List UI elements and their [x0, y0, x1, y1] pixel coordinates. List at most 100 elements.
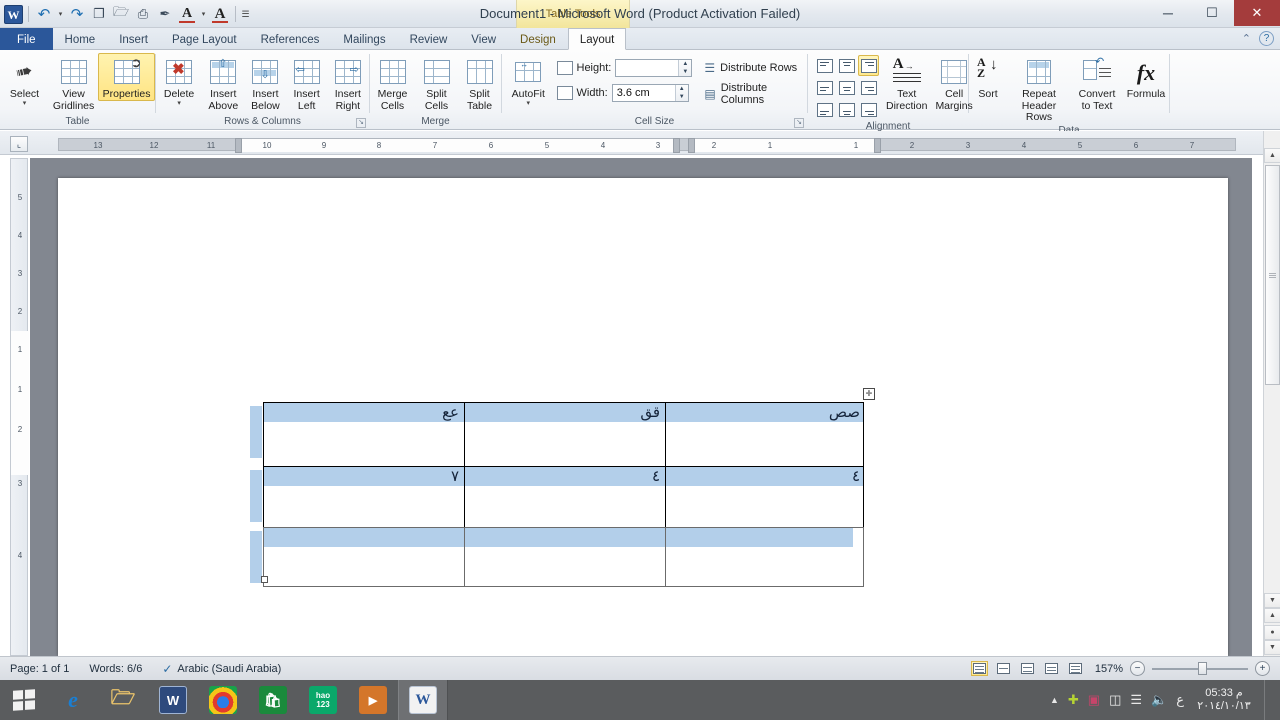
- outline-view-button[interactable]: [1043, 661, 1060, 676]
- tab-file[interactable]: File: [0, 28, 53, 50]
- browse-up-button[interactable]: ▲: [1264, 608, 1280, 623]
- network-icon[interactable]: ☰: [1130, 692, 1142, 708]
- convert-to-text-button[interactable]: ↶ Convert to Text: [1072, 53, 1122, 113]
- width-input[interactable]: [612, 85, 675, 101]
- scroll-up-button[interactable]: ▲: [1264, 148, 1280, 163]
- print-layout-view-button[interactable]: [971, 661, 988, 676]
- table-cell[interactable]: قق: [465, 403, 664, 466]
- table-row[interactable]: صص قق عع: [263, 402, 864, 467]
- word-logo-icon[interactable]: W: [4, 4, 23, 24]
- table-cell[interactable]: عع: [264, 403, 463, 466]
- antivirus-icon[interactable]: ▣: [1088, 692, 1100, 708]
- align-top-right-button[interactable]: [858, 55, 879, 76]
- formula-button[interactable]: fx Formula: [1124, 53, 1168, 101]
- shield-icon[interactable]: ✚: [1068, 692, 1079, 708]
- document-page[interactable]: ✛ صص قق عع ٤ ٤ ٧: [58, 178, 1228, 656]
- tab-insert[interactable]: Insert: [107, 28, 160, 50]
- sort-button[interactable]: A Z ↓ Sort: [970, 53, 1006, 101]
- tab-mailings[interactable]: Mailings: [331, 28, 397, 50]
- zoom-slider-knob[interactable]: [1198, 662, 1207, 675]
- insert-above-button[interactable]: ⇧ Insert Above: [203, 53, 243, 113]
- help-icon[interactable]: ?: [1259, 31, 1274, 46]
- table-move-handle[interactable]: ✛: [863, 388, 875, 400]
- taskbar-app-wow-launcher[interactable]: W: [148, 680, 198, 720]
- table-resize-handle[interactable]: [261, 576, 268, 583]
- row-selection-marker[interactable]: [250, 470, 262, 522]
- draft-view-button[interactable]: [1067, 661, 1084, 676]
- volume-icon[interactable]: 🔈: [1151, 692, 1167, 708]
- tab-references[interactable]: References: [249, 28, 332, 50]
- print-icon[interactable]: ⎙: [133, 4, 153, 24]
- battery-icon[interactable]: ◫: [1109, 692, 1121, 708]
- table-cell[interactable]: ٤: [465, 467, 664, 527]
- vertical-ruler[interactable]: 5 4 3 2 1 1 2 3 4: [10, 158, 29, 656]
- tab-design[interactable]: Design: [508, 28, 568, 50]
- vertical-scrollbar[interactable]: ▲ ▼ ▲ ● ▼: [1263, 131, 1280, 656]
- text-direction-button[interactable]: A → Text Direction: [885, 53, 928, 113]
- height-input[interactable]: [616, 60, 679, 76]
- zoom-level-label[interactable]: 157%: [1091, 663, 1123, 675]
- language-indicator-tray[interactable]: ع: [1176, 693, 1184, 708]
- font-color-icon[interactable]: A: [177, 4, 197, 24]
- ruler-indent-marker-3[interactable]: [688, 138, 695, 153]
- width-stepper[interactable]: ▲▼: [611, 84, 689, 102]
- width-spin-buttons[interactable]: ▲ ▼: [674, 85, 688, 101]
- web-layout-view-button[interactable]: [1019, 661, 1036, 676]
- delete-dropdown-icon[interactable]: ▾: [177, 100, 181, 107]
- select-button[interactable]: ➠ Select ▾: [0, 53, 49, 108]
- select-dropdown-icon[interactable]: ▾: [23, 100, 27, 107]
- tab-page-layout[interactable]: Page Layout: [160, 28, 249, 50]
- ruler-indent-marker-2[interactable]: [673, 138, 680, 153]
- tab-review[interactable]: Review: [398, 28, 460, 50]
- align-top-center-button[interactable]: [836, 55, 857, 76]
- taskbar-app-file-explorer[interactable]: 🗁: [98, 680, 148, 720]
- previous-page-button[interactable]: ▼: [1264, 593, 1280, 608]
- align-bottom-center-button[interactable]: [836, 99, 857, 120]
- cell-margins-button[interactable]: Cell Margins: [934, 53, 973, 113]
- insert-left-button[interactable]: ⇦ Insert Left: [288, 53, 326, 113]
- select-browse-object-icon[interactable]: ●: [1264, 625, 1280, 640]
- row-selection-marker[interactable]: [250, 406, 262, 458]
- rows-columns-dialog-launcher[interactable]: ↘: [356, 118, 366, 128]
- height-spin-buttons[interactable]: ▲ ▼: [678, 60, 692, 76]
- open-icon[interactable]: 🗁: [111, 4, 131, 24]
- show-desktop-button[interactable]: [1264, 680, 1272, 720]
- horizontal-ruler-track[interactable]: 13 12 11 10 9 8 7 6 5 4 3 2 1 1 2 3 4 5 …: [58, 138, 1236, 153]
- start-button[interactable]: [0, 680, 48, 720]
- collapse-ribbon-icon[interactable]: ⌃: [1242, 32, 1251, 45]
- format-painter-icon[interactable]: ✒: [155, 4, 175, 24]
- table-cell[interactable]: [666, 528, 864, 586]
- tab-view[interactable]: View: [459, 28, 508, 50]
- tab-stop-selector-button[interactable]: ⌞: [10, 136, 28, 152]
- undo-icon[interactable]: ↶: [34, 4, 54, 24]
- view-gridlines-button[interactable]: View Gridlines: [49, 53, 98, 113]
- align-center-button[interactable]: [836, 77, 857, 98]
- word-table[interactable]: ✛ صص قق عع ٤ ٤ ٧: [250, 388, 875, 587]
- undo-dropdown-icon[interactable]: ▾: [56, 4, 65, 24]
- tab-layout[interactable]: Layout: [567, 28, 627, 50]
- zoom-in-button[interactable]: +: [1255, 661, 1270, 676]
- table-row[interactable]: [263, 527, 864, 587]
- align-bottom-right-button[interactable]: [858, 99, 879, 120]
- autofit-dropdown-icon[interactable]: ▾: [526, 100, 530, 107]
- cell-size-dialog-launcher[interactable]: ↘: [794, 118, 804, 128]
- font-color-dropdown-icon[interactable]: ▾: [199, 4, 208, 24]
- word-count[interactable]: Words: 6/6: [79, 660, 152, 678]
- zoom-out-button[interactable]: −: [1130, 661, 1145, 676]
- taskbar-app-google-chrome[interactable]: [198, 680, 248, 720]
- ruler-indent-marker-1[interactable]: [235, 138, 242, 153]
- taskbar-app-media-player[interactable]: ▶: [348, 680, 398, 720]
- align-bottom-left-button[interactable]: [814, 99, 835, 120]
- minimize-button[interactable]: ─: [1146, 1, 1190, 25]
- table-cell[interactable]: [264, 528, 463, 586]
- zoom-slider[interactable]: [1152, 662, 1248, 676]
- taskbar-app-windows-store[interactable]: 🛍: [248, 680, 298, 720]
- maximize-button[interactable]: ☐: [1190, 1, 1234, 25]
- autofit-button[interactable]: ↔ AutoFit ▾: [506, 53, 551, 108]
- show-hidden-icons-button[interactable]: ▲: [1050, 695, 1059, 705]
- new-document-icon[interactable]: ❐: [89, 4, 109, 24]
- proofing-status[interactable]: ✓ Arabic (Saudi Arabia): [152, 660, 291, 678]
- table-cell[interactable]: ٧: [264, 467, 463, 527]
- distribute-rows-button[interactable]: ☰ Distribute Rows: [702, 57, 807, 79]
- redo-icon[interactable]: ↷: [67, 4, 87, 24]
